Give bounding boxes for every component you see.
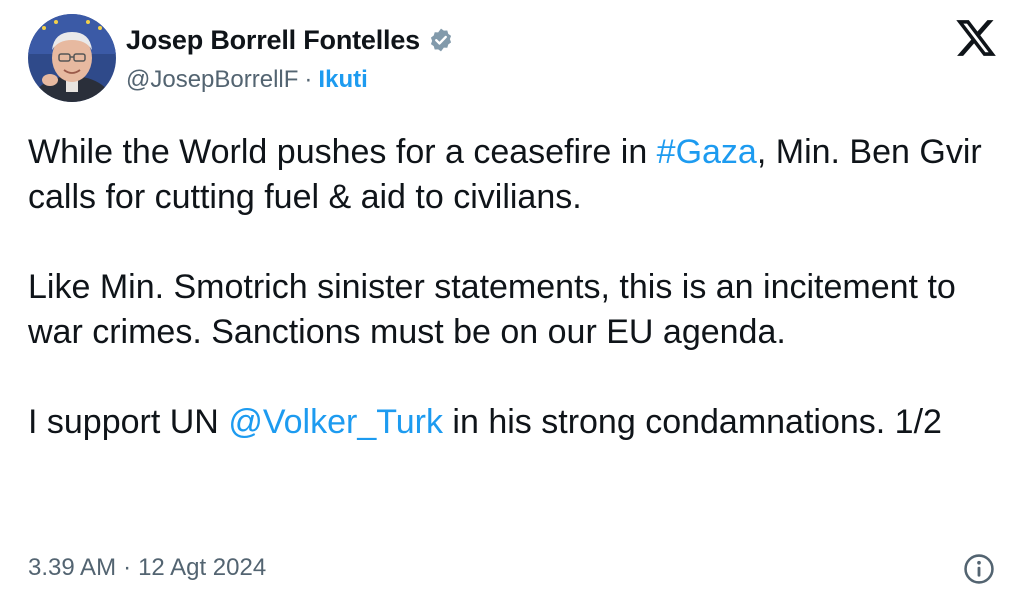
- paragraph-1-text-start: While the World pushes for a ceasefire i…: [28, 133, 657, 171]
- mention-link[interactable]: @Volker_Turk: [228, 403, 443, 441]
- verified-badge-icon: [428, 27, 454, 53]
- info-icon[interactable]: [962, 552, 996, 586]
- author-display-name[interactable]: Josep Borrell Fontelles: [126, 25, 420, 56]
- tweet-date: 12 Agt 2024: [138, 554, 267, 581]
- author-name-row: Josep Borrell Fontelles: [126, 20, 454, 60]
- tweet-card: Josep Borrell Fontelles @JosepBorrellF ·…: [0, 0, 1024, 598]
- tweet-text: While the World pushes for a ceasefire i…: [28, 130, 996, 445]
- follow-button[interactable]: Ikuti: [318, 66, 367, 94]
- author-handle[interactable]: @JosepBorrellF: [126, 66, 298, 94]
- hashtag-link[interactable]: #Gaza: [657, 133, 757, 171]
- tweet-paragraph-3: I support UN @Volker_Turk in his strong …: [28, 400, 996, 445]
- tweet-paragraph-1: While the World pushes for a ceasefire i…: [28, 130, 996, 220]
- separator-dot: ·: [304, 66, 313, 93]
- tweet-time: 3.39 AM: [28, 554, 117, 581]
- avatar-image: [28, 14, 116, 102]
- tweet-paragraph-2: Like Min. Smotrich sinister statements, …: [28, 268, 956, 351]
- tweet-timestamp[interactable]: 3.39 AM · 12 Agt 2024: [28, 550, 266, 586]
- x-logo-icon[interactable]: [954, 16, 998, 60]
- paragraph-3-text-end: in his strong condamnations. 1/2: [442, 403, 942, 441]
- paragraph-3-text-start: I support UN: [28, 403, 229, 441]
- separator-dot: ·: [123, 554, 132, 581]
- author-handle-row: @JosepBorrellF · Ikuti: [126, 62, 368, 98]
- avatar[interactable]: [28, 14, 116, 102]
